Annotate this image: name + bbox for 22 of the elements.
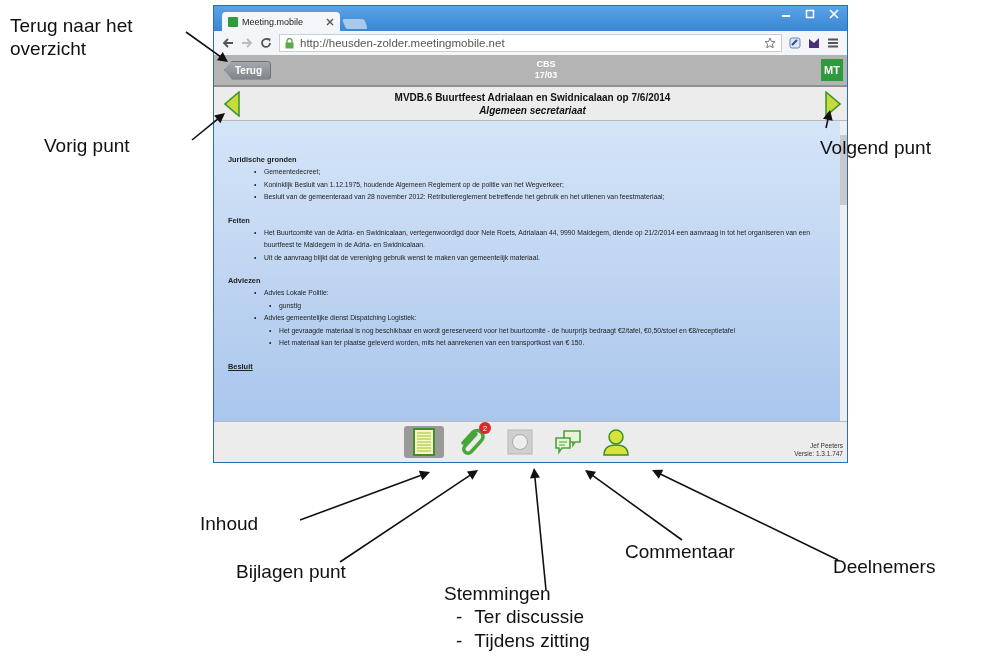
annotation-label: Stemmingen <box>444 582 552 605</box>
tab-title: Meeting.mobile <box>242 16 305 27</box>
annotation-label: Tijdens zitting <box>474 629 590 653</box>
address-bar[interactable]: http://heusden-zolder.meetingmobile.net <box>279 34 782 52</box>
count-badge: 2 <box>479 422 491 434</box>
agenda-item-title: MVDB.6 Buurtfeest Adrialaan en Swidnicalaan op 7/6/2014 <box>394 90 671 104</box>
browser-tab[interactable]: Meeting.mobile <box>222 12 340 31</box>
annotation-label: Ter discussie <box>474 605 585 629</box>
app-logo[interactable]: MT <box>821 59 843 81</box>
annotation-label: Vorig punt <box>44 134 131 157</box>
annotation-label: Commentaar <box>625 540 736 563</box>
url-text: http://heusden-zolder.meetingmobile.net <box>300 37 506 49</box>
annotation-label: Deelnemers <box>833 555 937 578</box>
annotation-label: Bijlagen punt <box>236 560 347 583</box>
meeting-name: CBS <box>536 59 556 70</box>
dash-mark: - <box>456 605 463 629</box>
annotation-label: Terug naar het overzicht <box>10 14 134 60</box>
dash-mark: - <box>456 629 463 653</box>
meeting-date: 17/03 <box>534 70 558 81</box>
annotation-label: Inhoud <box>200 512 260 535</box>
department-name: Algemeen secretariaat <box>479 103 586 117</box>
back-button[interactable]: Terug <box>224 60 272 80</box>
